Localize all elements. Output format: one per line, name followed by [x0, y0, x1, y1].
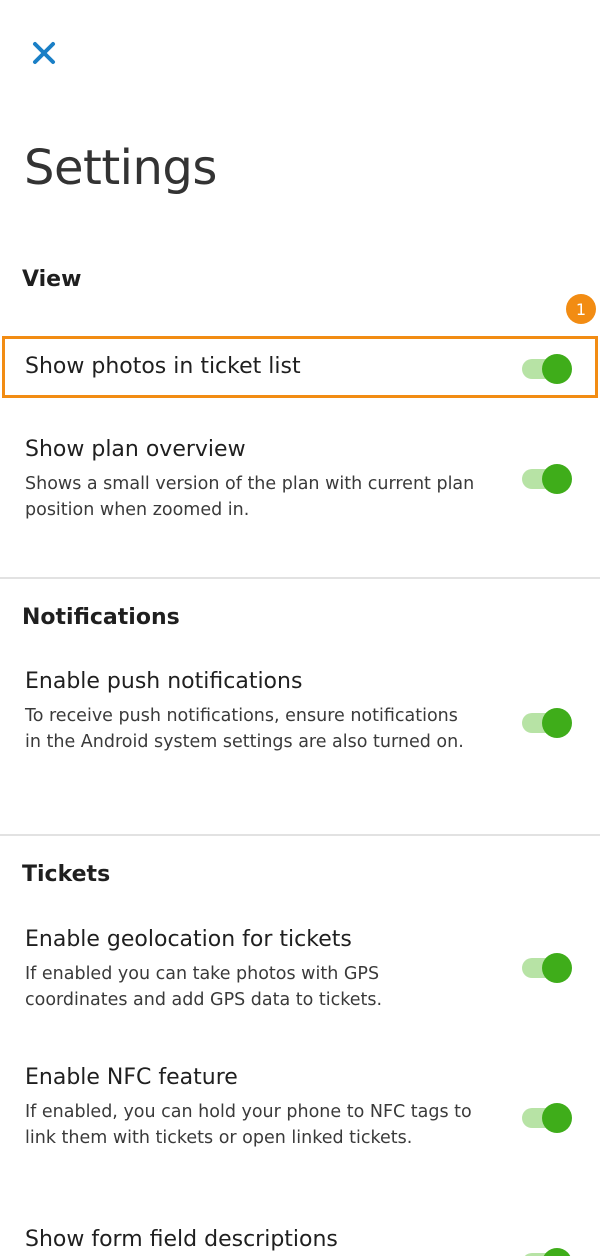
section-heading-notifications: Notifications [22, 605, 180, 630]
annotation-marker: 1 [566, 294, 596, 324]
toggle-thumb [542, 1103, 572, 1133]
setting-title: Enable push notifications [25, 669, 303, 694]
plan-overview-toggle[interactable] [520, 462, 572, 494]
highlight-frame [2, 336, 598, 398]
setting-row-push-notifications[interactable]: Enable push notifications To receive pus… [0, 662, 600, 792]
close-icon [33, 42, 55, 64]
setting-row-geolocation[interactable]: Enable geolocation for tickets If enable… [0, 920, 600, 1020]
close-button[interactable] [28, 37, 60, 69]
setting-title: Show form field descriptions [25, 1227, 338, 1252]
page-title: Settings [24, 140, 217, 196]
push-notifications-toggle[interactable] [520, 706, 572, 738]
section-heading-tickets: Tickets [22, 862, 111, 887]
toggle-thumb [542, 708, 572, 738]
toggle-thumb [542, 953, 572, 983]
setting-row-nfc[interactable]: Enable NFC feature If enabled, you can h… [0, 1058, 600, 1188]
setting-title: Enable NFC feature [25, 1065, 238, 1090]
form-descriptions-toggle[interactable] [520, 1246, 572, 1256]
settings-page: Settings View 1 Show photos in ticket li… [0, 0, 600, 1256]
setting-row-plan-overview[interactable]: Show plan overview Shows a small version… [0, 430, 600, 540]
setting-description: If enabled, you can hold your phone to N… [25, 1102, 472, 1148]
section-heading-view: View [22, 267, 82, 292]
setting-description: If enabled you can take photos with GPS … [25, 964, 383, 1010]
toggle-thumb [542, 464, 572, 494]
toggle-thumb [542, 1248, 572, 1256]
section-divider [0, 577, 600, 579]
section-divider [0, 834, 600, 836]
setting-title: Show plan overview [25, 437, 246, 462]
setting-description: To receive push notifications, ensure no… [25, 706, 464, 752]
setting-title: Enable geolocation for tickets [25, 927, 352, 952]
geolocation-toggle[interactable] [520, 951, 572, 983]
setting-row-form-descriptions[interactable]: Show form field descriptions [0, 1220, 600, 1256]
setting-description: Shows a small version of the plan with c… [25, 474, 475, 520]
nfc-toggle[interactable] [520, 1101, 572, 1133]
